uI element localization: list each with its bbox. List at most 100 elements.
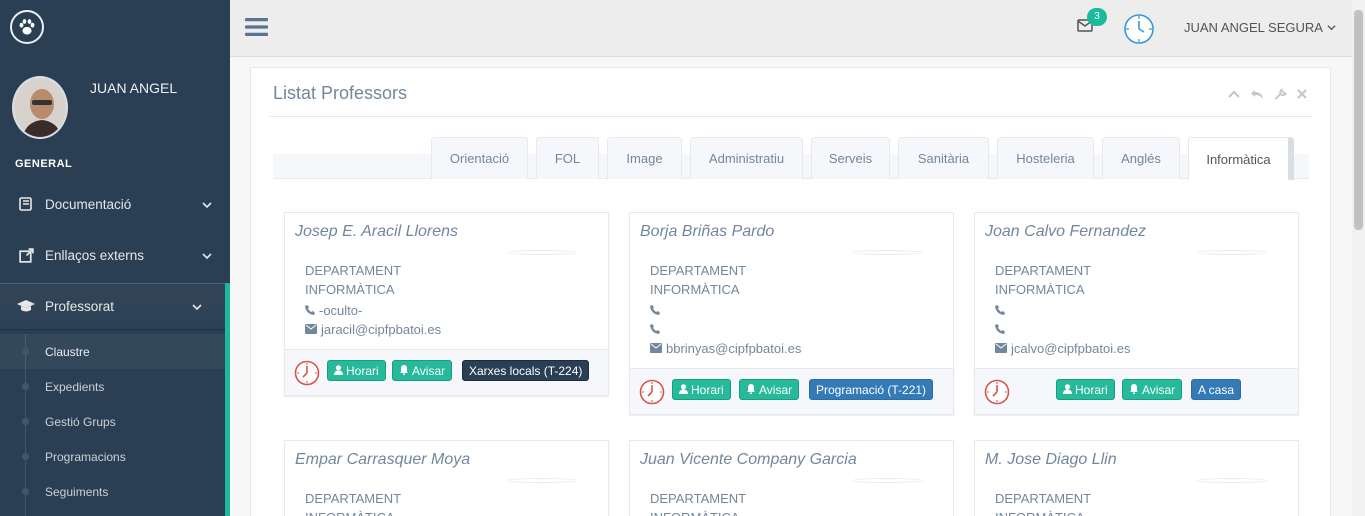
tab-administratiu[interactable]: Administratiu [690, 137, 803, 179]
book-icon [15, 196, 37, 212]
phone-icon [650, 322, 660, 337]
submenu-item-programacions[interactable]: Programacions [0, 439, 225, 474]
clock-icon[interactable] [984, 379, 1010, 408]
professor-card: Joan Calvo Fernandez DEPARTAMENT INFORMÀ… [974, 212, 1299, 415]
menu-item-documentacio[interactable]: Documentació [0, 181, 230, 227]
chevron-up-icon[interactable] [1227, 88, 1241, 104]
professor-phone [995, 303, 1009, 318]
paw-logo-icon[interactable] [10, 10, 44, 44]
submenu-item-expedients[interactable]: Expedients [0, 369, 225, 404]
profile-name: JUAN ANGEL [90, 80, 178, 96]
professor-photo [1197, 250, 1267, 255]
card-footer: Horari Avisar A casa [975, 368, 1298, 414]
professor-card: Empar Carrasquer Moya DEPARTAMENT INFORM… [284, 440, 609, 516]
envelope-icon [650, 341, 662, 356]
user-menu[interactable]: JUAN ANGEL SEGURA [1184, 20, 1336, 35]
active-menu-indicator [225, 283, 230, 516]
professor-card: Juan Vicente Company Garcia DEPARTAMENT … [629, 440, 954, 516]
professor-department: DEPARTAMENT INFORMÀTICA [650, 263, 747, 297]
professor-photo [1197, 478, 1267, 483]
tab-serveis[interactable]: Serveis [811, 137, 890, 179]
bell-icon [746, 383, 756, 397]
bell-icon [1129, 383, 1139, 397]
chevron-down-icon [192, 300, 202, 315]
professor-email[interactable]: jaracil@cipfpbatoi.es [305, 322, 441, 337]
phone-icon [995, 303, 1005, 318]
page-title: Listat Professors [273, 83, 408, 103]
clock-icon[interactable] [294, 360, 320, 389]
professor-department: DEPARTAMENT INFORMÀTICA [650, 491, 747, 516]
professor-department: DEPARTAMENT INFORMÀTICA [305, 263, 402, 297]
horari-button[interactable]: Horari [672, 379, 731, 400]
professor-phone-secondary [995, 322, 1009, 337]
notification-badge: 3 [1087, 8, 1107, 26]
professor-card: Borja Briñas Pardo DEPARTAMENT INFORMÀTI… [629, 212, 954, 415]
menu-item-label: Documentació [45, 196, 132, 212]
professor-name: Josep E. Aracil Llorens [295, 223, 459, 240]
submenu-item-gestio-grups[interactable]: Gestió Grups [0, 404, 225, 439]
professor-name: Empar Carrasquer Moya [295, 451, 471, 468]
chevron-down-icon [202, 249, 212, 264]
phone-icon [305, 303, 315, 318]
hamburger-icon[interactable] [245, 17, 268, 40]
professor-name: M. Jose Diago Llin [985, 451, 1117, 468]
professor-photo [507, 478, 577, 483]
professor-card: M. Jose Diago Llin DEPARTAMENT INFORMÀTI… [974, 440, 1299, 516]
tab-angles[interactable]: Anglés [1102, 137, 1180, 179]
professor-photo [852, 250, 922, 255]
location-badge[interactable]: A casa [1191, 379, 1242, 400]
envelope-icon [305, 322, 317, 337]
chevron-down-icon [1327, 20, 1336, 35]
professor-phone-secondary [650, 322, 664, 337]
clock-icon[interactable] [639, 379, 665, 408]
menu-item-label: Enllaços externs [45, 247, 145, 263]
location-badge[interactable]: Programació (T-221) [809, 379, 934, 400]
horari-button[interactable]: Horari [327, 360, 386, 381]
location-badge[interactable]: Xarxes locals (T-224) [462, 360, 590, 381]
panel-toolbox [1227, 88, 1308, 104]
clock-icon[interactable] [1123, 13, 1155, 48]
external-link-icon [15, 247, 37, 264]
submenu-item-claustre[interactable]: Claustre [0, 334, 225, 369]
submenu-item-seguiments[interactable]: Seguiments [0, 474, 225, 509]
professor-department: DEPARTAMENT INFORMÀTICA [995, 263, 1092, 297]
scrollbar-thumb[interactable] [1354, 10, 1363, 230]
graduation-cap-icon [15, 298, 37, 314]
phone-icon [650, 303, 660, 318]
page-scrollbar[interactable] [1352, 0, 1365, 516]
close-icon[interactable] [1296, 88, 1308, 104]
user-name: JUAN ANGEL SEGURA [1184, 20, 1323, 35]
reply-icon[interactable] [1250, 88, 1264, 104]
professor-email[interactable]: jcalvo@cipfpbatoi.es [995, 341, 1130, 356]
tab-image[interactable]: Image [607, 137, 682, 179]
professor-photo [507, 250, 577, 255]
professor-email[interactable]: bbrinyas@cipfpbatoi.es [650, 341, 801, 356]
avisar-button[interactable]: Avisar [392, 360, 453, 381]
menu-item-professorat[interactable]: Professorat [0, 283, 230, 329]
card-footer: Horari Avisar Programació (T-221) [630, 368, 953, 414]
tab-informatica[interactable]: Informàtica [1188, 137, 1294, 180]
menu-item-enllacos-externs[interactable]: Enllaços externs [0, 232, 230, 278]
professor-department: DEPARTAMENT INFORMÀTICA [995, 491, 1092, 516]
tab-orientacio[interactable]: Orientació [431, 137, 528, 179]
professor-name: Joan Calvo Fernandez [985, 223, 1146, 240]
professor-phone [650, 303, 664, 318]
wrench-icon[interactable] [1273, 88, 1287, 104]
submenu-professorat: Claustre Expedients Gestió Grups Program… [0, 334, 225, 509]
tab-hosteleria[interactable]: Hosteleria [997, 137, 1094, 179]
avatar [12, 76, 68, 139]
professor-name: Borja Briñas Pardo [640, 223, 775, 240]
phone-icon [995, 322, 1005, 337]
tab-fol[interactable]: FOL [536, 137, 599, 179]
avisar-button[interactable]: Avisar [739, 379, 800, 400]
tab-sanitaria[interactable]: Sanitària [898, 137, 989, 179]
professor-name: Juan Vicente Company Garcia [640, 451, 857, 468]
professors-panel: Listat Professors Orientació FOL Image A… [250, 67, 1331, 516]
user-icon [334, 364, 343, 378]
avisar-button[interactable]: Avisar [1122, 379, 1183, 400]
horari-button[interactable]: Horari [1056, 379, 1115, 400]
panel-divider [269, 116, 1313, 117]
user-icon [1063, 383, 1072, 397]
chevron-down-icon [202, 198, 212, 213]
envelope-icon [995, 341, 1007, 356]
